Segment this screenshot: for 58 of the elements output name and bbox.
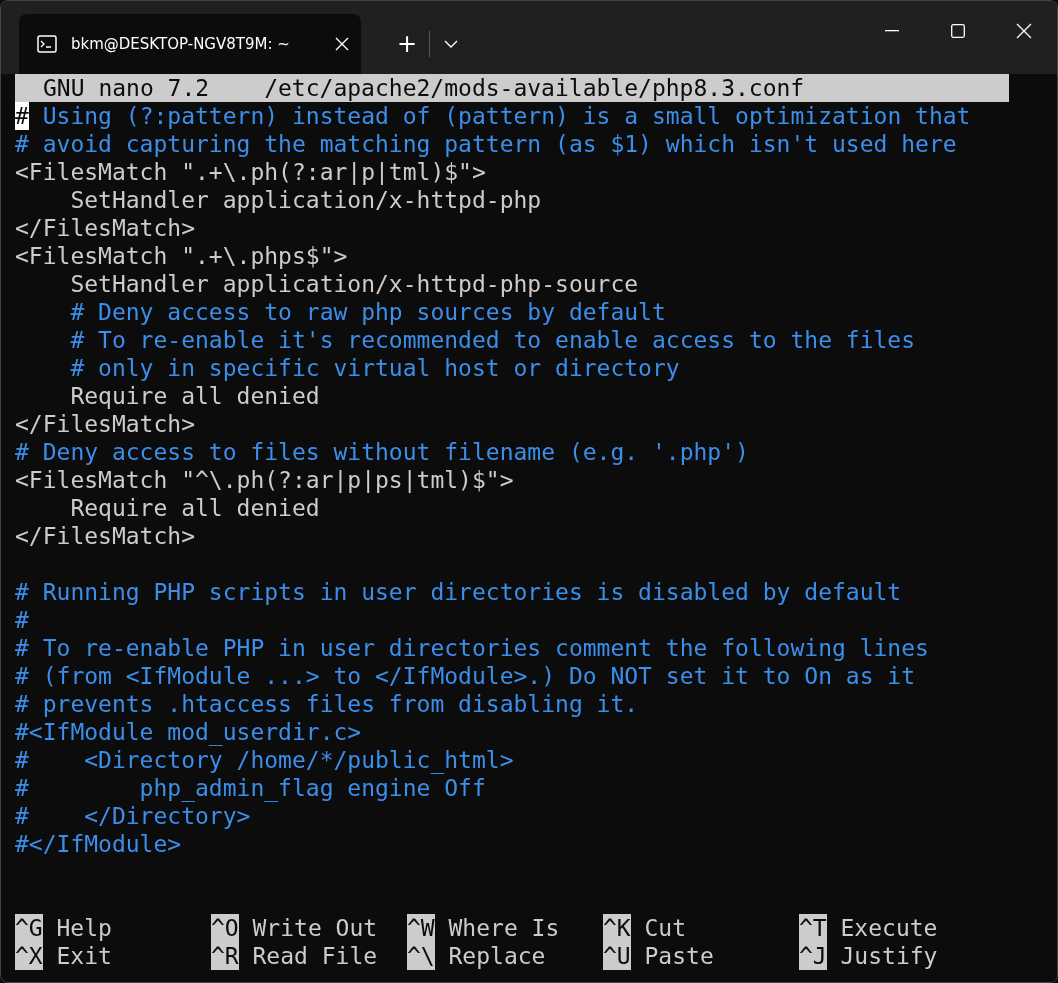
code-line: <FilesMatch ".+\.phps$"> (15, 243, 348, 269)
minimize-icon[interactable] (885, 30, 899, 32)
shortcut-key: ^G (15, 914, 43, 942)
code-line: </FilesMatch> (15, 523, 195, 549)
shortcut-key: ^R (211, 942, 239, 970)
code-comment: # <Directory /home/*/public_html> (15, 747, 514, 773)
file-path: /etc/apache2/mods-available/php8.3.conf (263, 74, 805, 102)
maximize-icon[interactable] (951, 24, 965, 38)
new-tab-button[interactable]: + (385, 23, 430, 64)
code-comment: # Deny access to files without filename (e.g. '.php') (15, 439, 749, 465)
terminal-icon (37, 35, 57, 53)
shortcut-key: ^X (15, 942, 43, 970)
shortcut-label: Replace (448, 942, 546, 970)
shortcut-key: ^O (211, 914, 239, 942)
code-line: SetHandler application/x-httpd-php-source (69, 271, 639, 297)
code-comment: #<IfModule mod_userdir.c> (15, 719, 362, 745)
code-comment: # To re-enable PHP in user directories comment the following lines (15, 635, 929, 661)
code-comment: # </Directory> (15, 803, 251, 829)
terminal-tab[interactable]: bkm@DESKTOP-NGV8T9M: ~ (19, 14, 361, 74)
shortcut-label: Execute (840, 914, 938, 942)
code-comment: # Running PHP scripts in user directories is disabled by default (15, 579, 902, 605)
code-comment: # (15, 607, 29, 633)
shortcut-key: ^U (603, 942, 631, 970)
shortcut-key: ^K (603, 914, 631, 942)
nano-version: GNU nano 7.2 (42, 74, 210, 102)
shortcut-label: Paste (644, 942, 714, 970)
code-line: SetHandler application/x-httpd-php (69, 187, 542, 213)
shortcut-key: ^\ (407, 942, 435, 970)
code-line: </FilesMatch> (15, 411, 195, 437)
shortcut-label: Cut (644, 914, 687, 942)
code-comment: Using (?:pattern) instead of (pattern) is a small optimization that (41, 103, 971, 129)
shortcut-key: ^T (799, 914, 827, 942)
chevron-down-icon[interactable] (444, 39, 459, 48)
code-line: Require all denied (69, 383, 320, 409)
code-line: </FilesMatch> (15, 215, 195, 241)
shortcut-label: Help (56, 914, 112, 942)
code-comment: # only in specific virtual host or directory (69, 355, 680, 381)
shortcut-label: Read File (252, 942, 378, 970)
shortcut-label: Exit (56, 942, 112, 970)
code-line: Require all denied (69, 495, 320, 521)
code-comment: # avoid capturing the matching pattern (as $1) which isn't used here (15, 131, 957, 157)
shortcut-key: ^W (407, 914, 435, 942)
shortcut-label: Justify (840, 942, 938, 970)
code-comment: #</IfModule> (15, 831, 182, 857)
code-comment: # php_admin_flag engine Off (15, 775, 486, 801)
shortcut-label: Write Out (252, 914, 378, 942)
code-line: <FilesMatch ".+\.ph(?:ar|p|tml)$"> (15, 159, 486, 185)
close-icon[interactable] (335, 37, 349, 51)
close-icon[interactable] (1016, 23, 1032, 39)
tab-title: bkm@DESKTOP-NGV8T9M: ~ (71, 35, 291, 53)
code-line: <FilesMatch "^\.ph(?:ar|p|ps|tml)$"> (15, 467, 514, 493)
text-cursor: # (15, 102, 29, 130)
code-comment: # prevents .htaccess files from disabling it. (15, 691, 639, 717)
code-comment: # (from <IfModule ...> to </IfModule>.) Do NOT set it to On as it (15, 663, 916, 689)
shortcut-key: ^J (799, 942, 827, 970)
shortcut-label: Where Is (448, 914, 560, 942)
code-comment: # To re-enable it's recommended to enable access to the files (69, 327, 916, 353)
code-comment: # Deny access to raw php sources by default (69, 299, 666, 325)
